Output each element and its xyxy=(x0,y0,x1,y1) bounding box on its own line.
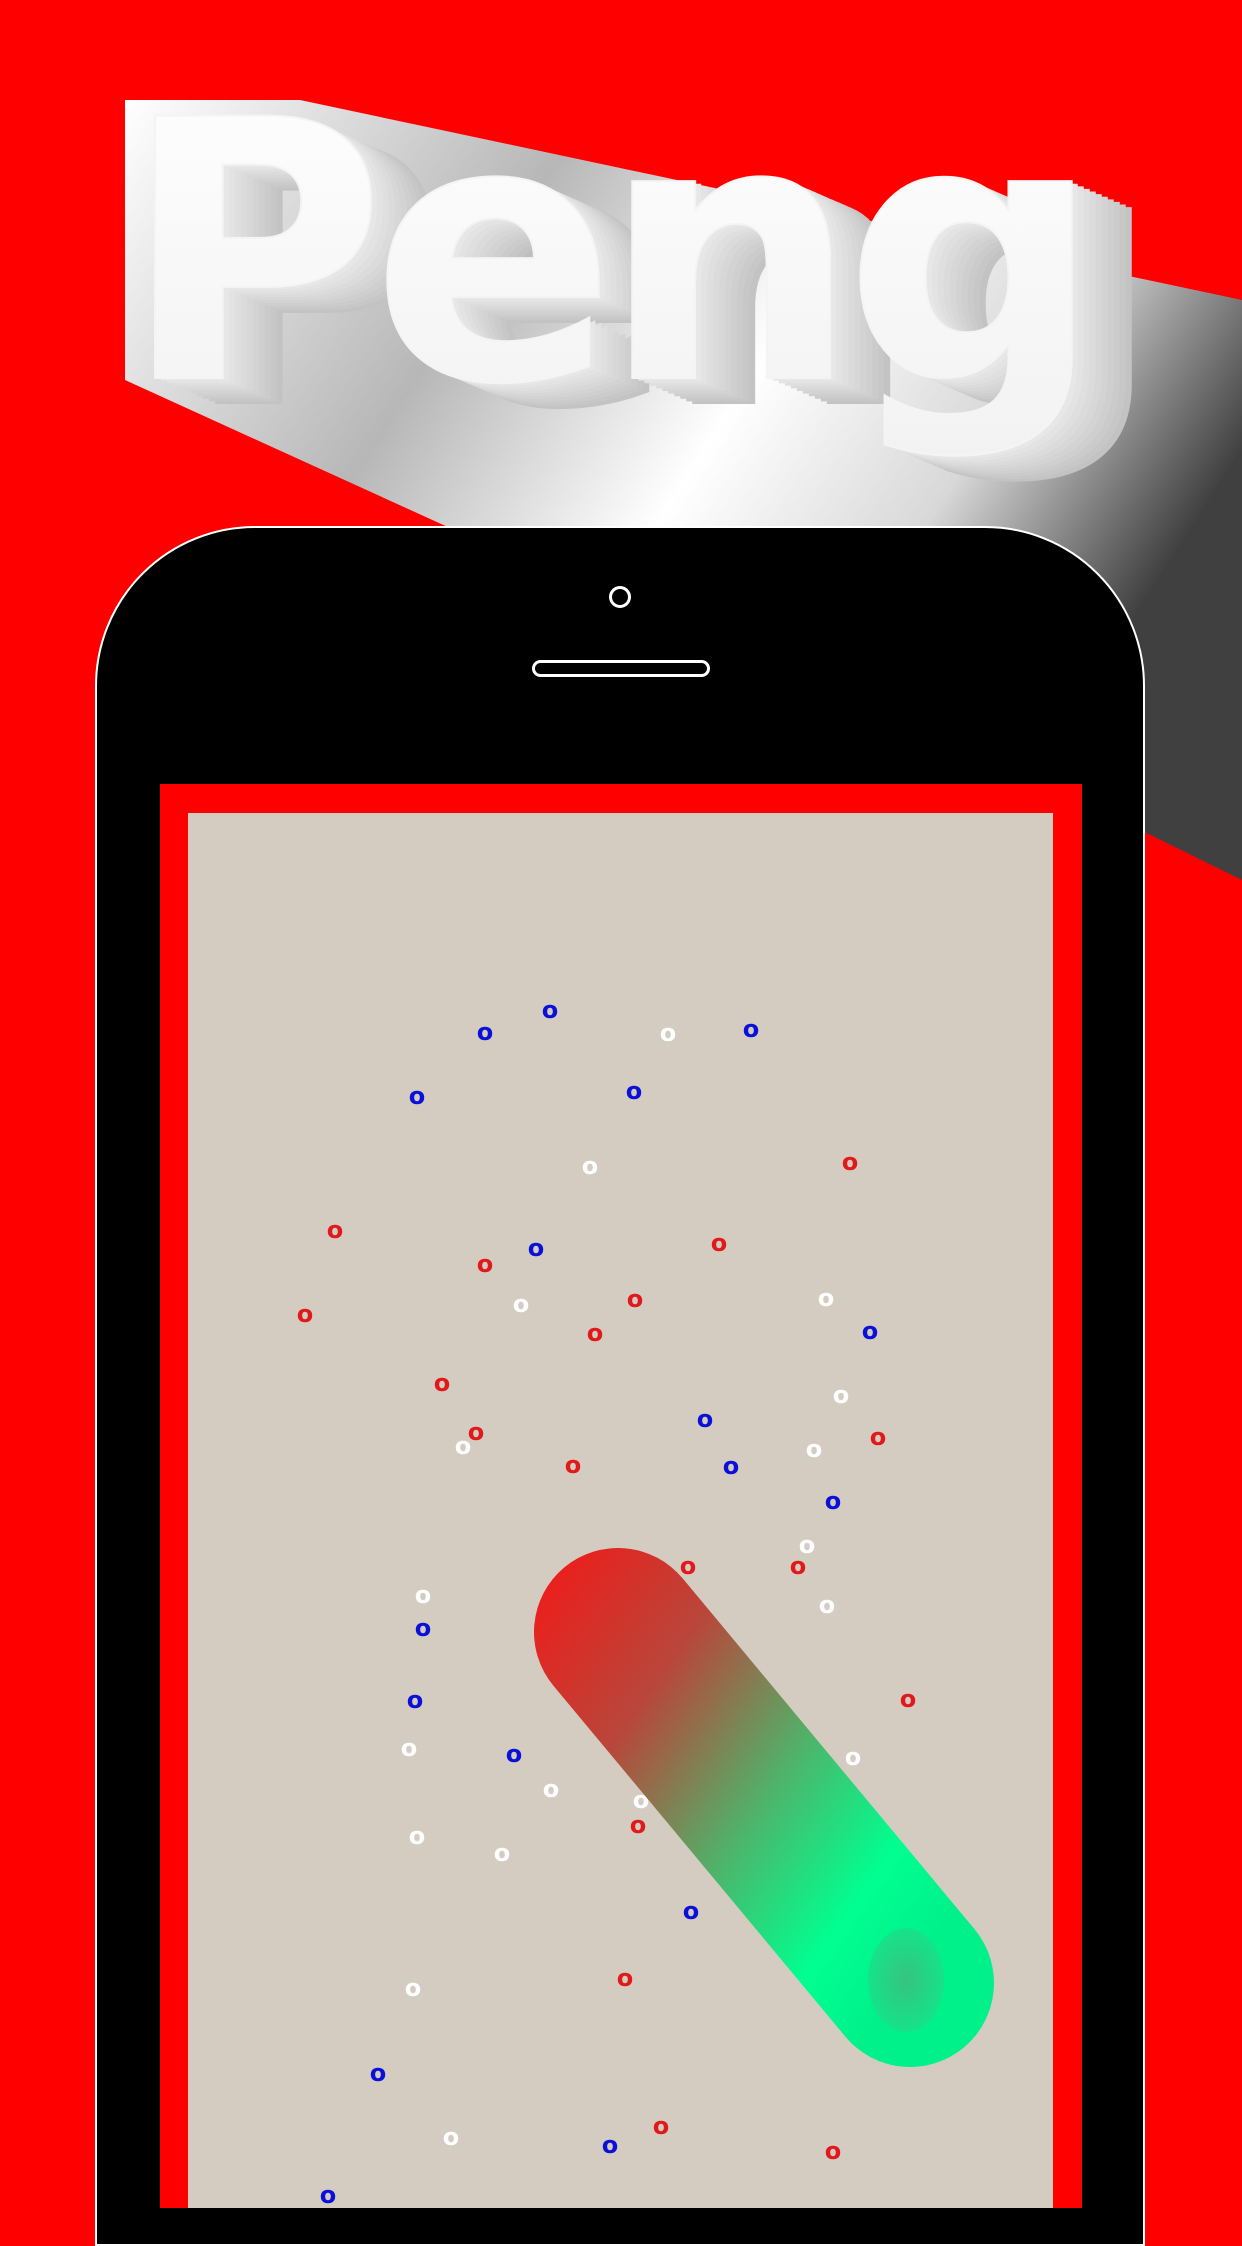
camera-icon xyxy=(609,586,631,608)
game-board[interactable]: oooooooooooooooooooooooooooooooooooooooo… xyxy=(188,813,1053,2208)
paddle-end-cap xyxy=(868,1928,944,2032)
title-text: Peng xyxy=(122,44,1088,463)
paddle-body xyxy=(534,1548,994,2067)
speaker-icon xyxy=(532,660,710,677)
app-store-screenshot: Peng Peng Peng Peng Peng Peng Peng Peng Peng Peng… xyxy=(0,0,1242,2246)
gradient-paddle[interactable] xyxy=(188,813,1053,2208)
